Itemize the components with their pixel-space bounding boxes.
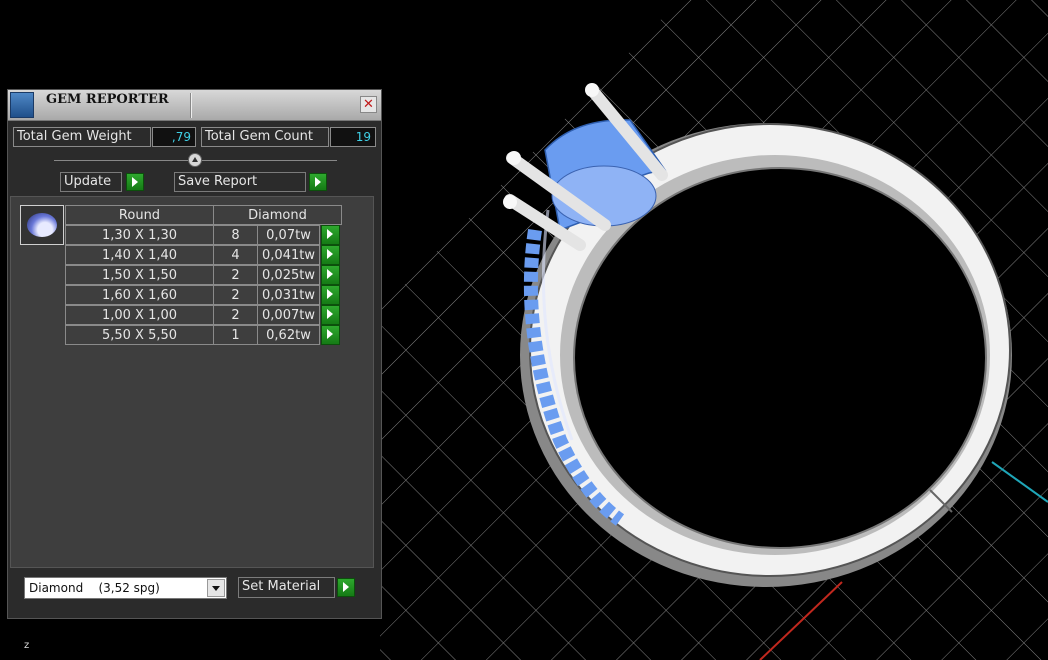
gem-count-cell: 1 [213,325,258,345]
total-gem-weight-value: ,79 [152,127,196,147]
window-title: GEM REPORTER [46,92,169,107]
gem-row-play-icon[interactable] [321,225,340,245]
close-icon[interactable]: ✕ [360,96,377,113]
total-gem-weight-label: Total Gem Weight [13,127,151,147]
shape-header: Round [65,205,214,225]
update-button[interactable]: Update [60,172,122,192]
gem-size-cell: 1,40 X 1,40 [65,245,214,265]
gem-count-cell: 8 [213,225,258,245]
gem-reporter-app-icon [10,92,34,118]
gem-size-cell: 1,30 X 1,30 [65,225,214,245]
gem-weight-cell: 0,07tw [257,225,320,245]
round-gem-icon[interactable] [20,205,64,245]
gem-count-cell: 2 [213,285,258,305]
gem-weight-cell: 0,031tw [257,285,320,305]
gem-size-cell: 1,00 X 1,00 [65,305,214,325]
update-play-icon[interactable] [126,173,144,191]
gem-row-play-icon[interactable] [321,325,340,345]
gem-count-cell: 2 [213,305,258,325]
title-bar[interactable]: GEM REPORTER ✕ [8,90,381,121]
gem-count-cell: 4 [213,245,258,265]
gem-row-play-icon[interactable] [321,285,340,305]
gem-weight-cell: 0,025tw [257,265,320,285]
material-header: Diamond [213,205,342,225]
gem-size-cell: 1,60 X 1,60 [65,285,214,305]
material-dropdown-value: Diamond (3,52 spg) [29,581,160,595]
gem-count-cell: 2 [213,265,258,285]
total-gem-count-value: 19 [330,127,376,147]
gem-reporter-panel: GEM REPORTER ✕ Total Gem Weight ,79 Tota… [7,89,382,619]
gem-weight-cell: 0,041tw [257,245,320,265]
slider-knob-icon[interactable] [188,153,202,167]
save-report-button[interactable]: Save Report [174,172,306,192]
gem-row-play-icon[interactable] [321,265,340,285]
gem-weight-cell: 0,62tw [257,325,320,345]
title-divider [190,93,192,118]
gem-list-area[interactable]: Round Diamond 1,30 X 1,30 8 0,07tw 1,40 X 1… [10,196,374,568]
gem-row-play-icon[interactable] [321,305,340,325]
set-material-play-icon[interactable] [337,578,355,597]
dropdown-arrow-icon[interactable] [207,579,225,597]
z-axis-label: z [24,640,30,651]
save-report-play-icon[interactable] [309,173,327,191]
gem-size-cell: 5,50 X 5,50 [65,325,214,345]
total-gem-count-label: Total Gem Count [201,127,329,147]
gem-weight-cell: 0,007tw [257,305,320,325]
gem-row-play-icon[interactable] [321,245,340,265]
set-material-button[interactable]: Set Material [238,577,335,598]
material-dropdown[interactable]: Diamond (3,52 spg) [24,577,227,599]
gem-size-cell: 1,50 X 1,50 [65,265,214,285]
